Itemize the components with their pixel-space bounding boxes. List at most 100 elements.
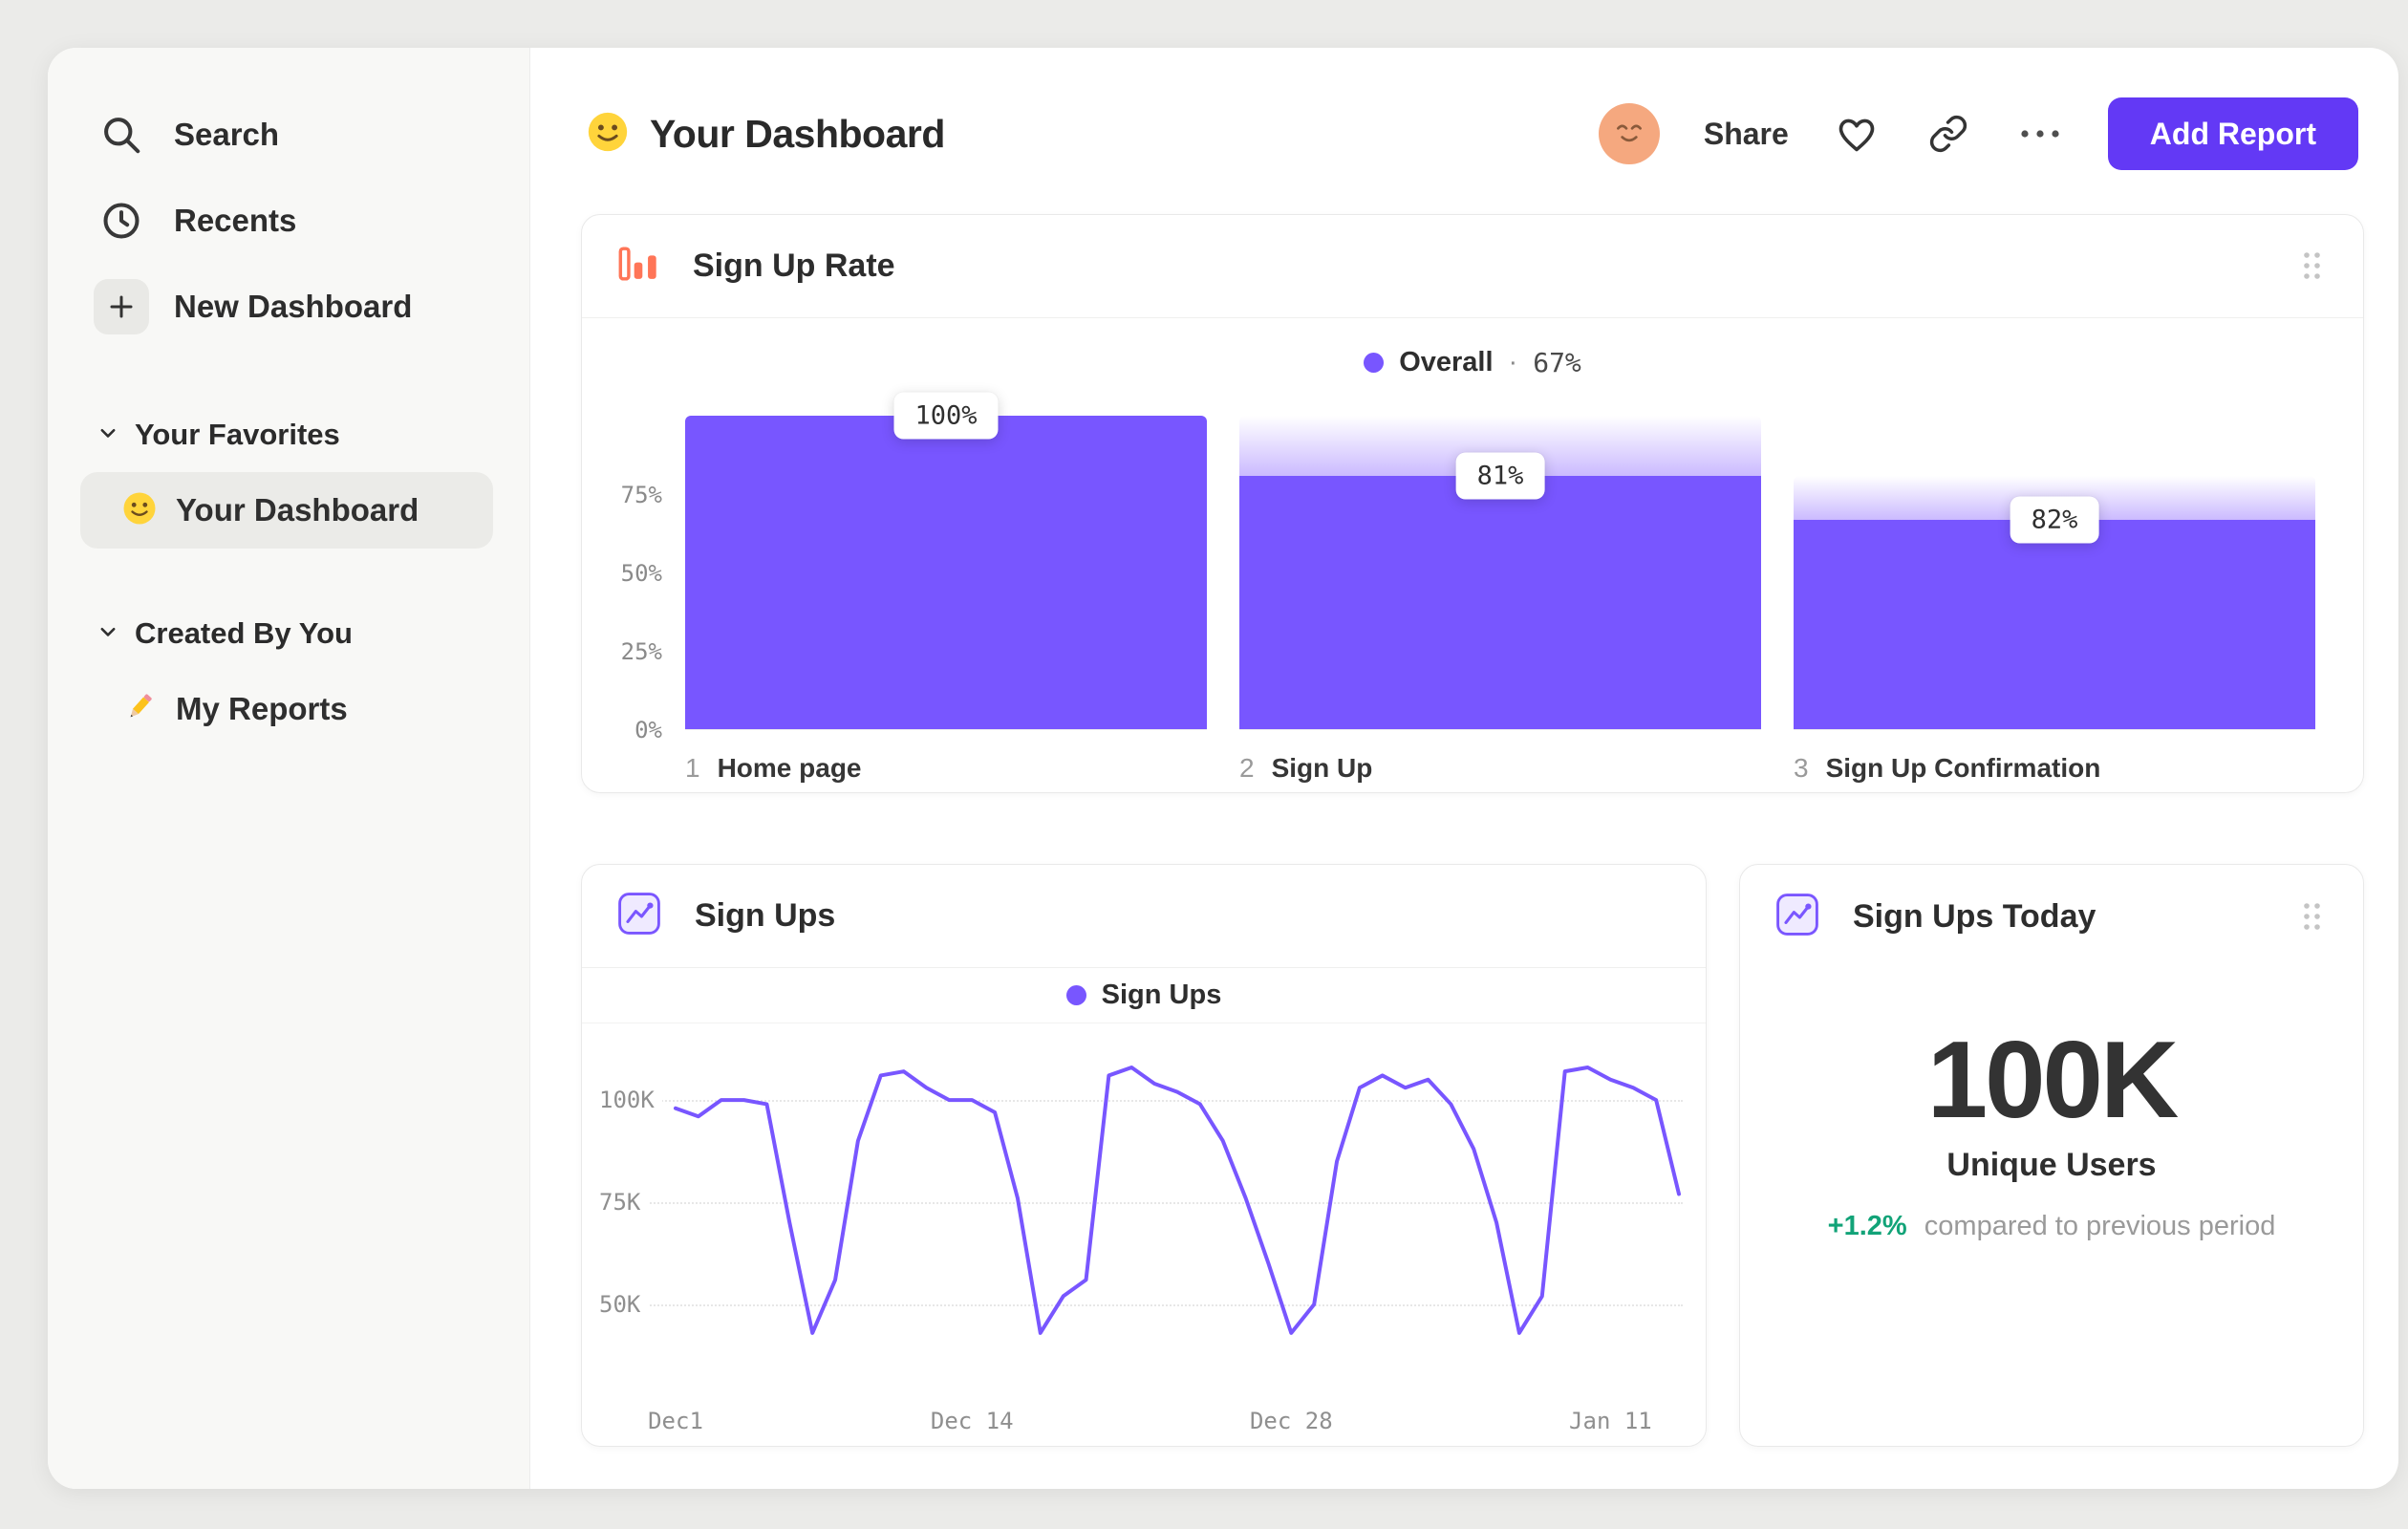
search-icon [94,107,149,162]
signups-y-tick: 100K [599,1087,662,1114]
sidebar-item-your-dashboard[interactable]: Your Dashboard [80,472,493,549]
funnel-bar[interactable]: 100% [685,392,1207,730]
favorites-section: Your Favorites Your Dashboard [80,403,501,549]
funnel-legend-name: Overall [1399,346,1494,377]
signups-x-labels: Dec1 Dec 14 Dec 28 Jan 11 [648,1408,1679,1450]
share-button[interactable]: Share [1704,117,1789,152]
funnel-bar-solid [1239,475,1761,729]
stat-card-header: Sign Ups Today [1740,865,2363,968]
funnel-value-tag: 82% [2010,496,2099,543]
stat-comparison: +1.2% compared to previous period [1740,1211,2363,1242]
funnel-value-tag: 100% [893,392,999,440]
drag-handle-icon[interactable] [2299,249,2325,283]
funnel-step-2: 81% 2 Sign Up [1239,400,1761,784]
funnel-y-tick: 0% [634,717,662,743]
funnel-card-title: Sign Up Rate [693,248,895,284]
sidebar-item-my-reports[interactable]: My Reports [80,671,493,747]
smiley-face-icon [122,491,157,530]
funnel-legend: Overall · 67% [582,343,2363,381]
relieved-face-icon [1608,111,1650,158]
drag-handle-icon[interactable] [2299,900,2325,934]
sidebar-item-new-dashboard-label: New Dashboard [174,289,413,324]
line-chart-icon [1774,892,1820,942]
funnel-bar-solid [1794,519,2315,729]
clock-icon [94,193,149,248]
desktop-background: { "colors": { "purple": "#7856ff", "butt… [0,0,2408,1529]
funnel-chart-icon [616,242,660,291]
sidebar-item-recents-label: Recents [174,203,297,238]
favorites-section-header[interactable]: Your Favorites [94,403,501,466]
funnel-y-tick: 50% [620,559,662,587]
app-window: Search Recents New Dashboard Your Favori… [48,48,2398,1489]
legend-dot [1364,352,1385,373]
cards-row: Sign Ups Sign Ups 50K 75K 100K Dec1 Dec 14 D… [581,864,2364,1447]
main-content: Your Dashboard Share Add Report Sign Up … [530,48,2398,1489]
chevron-down-icon [97,422,118,448]
stat-body: 100K Unique Users +1.2% compared to prev… [1740,968,2363,1242]
funnel-step-1: 100% 1 Home page [685,392,1207,784]
pencil-icon [122,690,157,729]
funnel-step-3: 82% 3 Sign Up Confirmation [1794,400,2315,784]
sidebar-item-recents[interactable]: Recents [94,178,501,264]
signups-x-tick: Dec 14 [930,1408,1014,1434]
chevron-down-icon [97,621,118,647]
dashboard-header: Your Dashboard Share Add Report [581,97,2364,170]
sidebar-item-your-dashboard-label: Your Dashboard [176,492,419,528]
funnel-value-tag: 81% [1455,452,1545,500]
funnel-step-label: 2 Sign Up [1239,753,1373,783]
title-group: Your Dashboard [587,111,945,158]
created-by-you-section: Created By You My Reports [94,602,501,747]
funnel-step-label: 1 Home page [685,753,862,783]
signups-card-title: Sign Ups [695,897,836,934]
signups-x-tick: Jan 11 [1569,1408,1652,1434]
favorites-section-title: Your Favorites [135,418,340,451]
page-title: Your Dashboard [650,111,945,156]
signups-x-tick: Dec 28 [1249,1408,1333,1434]
funnel-y-tick: 75% [620,481,662,508]
smiley-face-icon [587,111,629,158]
funnel-bar[interactable]: 82% [1794,400,2315,730]
stat-card-title: Sign Ups Today [1853,897,2096,935]
signups-plot: 50K 75K 100K [599,1039,1683,1394]
created-by-you-section-title: Created By You [135,616,353,650]
funnel-bars: 100% 1 Home page 81% 2 Sign Up 82% 3 Sig… [685,392,2315,784]
copy-link-button[interactable] [1924,110,1972,158]
stat-value: 100K [1926,1020,2180,1141]
stat-card: Sign Ups Today 100K Unique Users +1.2% c… [1739,864,2364,1447]
funnel-chart: 0% 25% 50% 75% 100% 1 Home page 81% 2 Si… [603,392,2315,784]
signups-card: Sign Ups Sign Ups 50K 75K 100K Dec1 Dec 14 D… [581,864,1707,1447]
sidebar: Search Recents New Dashboard Your Favori… [48,48,530,1489]
legend-dot [1065,985,1086,1005]
funnel-bar[interactable]: 81% [1239,400,1761,730]
funnel-bar-solid [685,416,1207,729]
signups-line-path [676,1067,1679,1333]
funnel-y-tick: 25% [620,637,662,665]
add-report-button[interactable]: Add Report [2107,97,2358,170]
signups-x-tick: Dec1 [648,1408,703,1434]
link-icon [1929,115,1967,153]
signups-line-svg [676,1039,1679,1394]
funnel-legend-separator: · [1508,346,1518,377]
funnel-legend-value: 67% [1533,346,1581,378]
stat-delta-note: compared to previous period [1924,1211,2276,1242]
sidebar-item-new-dashboard[interactable]: New Dashboard [94,264,501,350]
stat-label: Unique Users [1946,1147,2157,1184]
sidebar-item-my-reports-label: My Reports [176,691,348,726]
stat-delta: +1.2% [1827,1211,1907,1242]
plus-icon [94,279,149,334]
line-chart-icon [616,891,662,941]
funnel-y-axis: 0% 25% 50% 75% [603,400,685,743]
signups-chart-area[interactable] [676,1039,1679,1394]
ellipsis-icon [2021,130,2059,138]
sidebar-item-search[interactable]: Search [94,92,501,178]
signups-legend-name: Sign Ups [1101,980,1222,1010]
more-options-button[interactable] [2016,110,2064,158]
favorite-heart-button[interactable] [1833,110,1881,158]
funnel-card: Sign Up Rate Overall · 67% 0% 25% 50% 75% [581,214,2364,793]
avatar[interactable] [1598,103,1660,164]
header-actions: Share Add Report [1598,97,2358,170]
funnel-step-label: 3 Sign Up Confirmation [1794,753,2101,783]
signups-card-header: Sign Ups [582,865,1706,968]
created-by-you-section-header[interactable]: Created By You [94,602,501,665]
signups-y-tick: 75K [599,1189,649,1217]
